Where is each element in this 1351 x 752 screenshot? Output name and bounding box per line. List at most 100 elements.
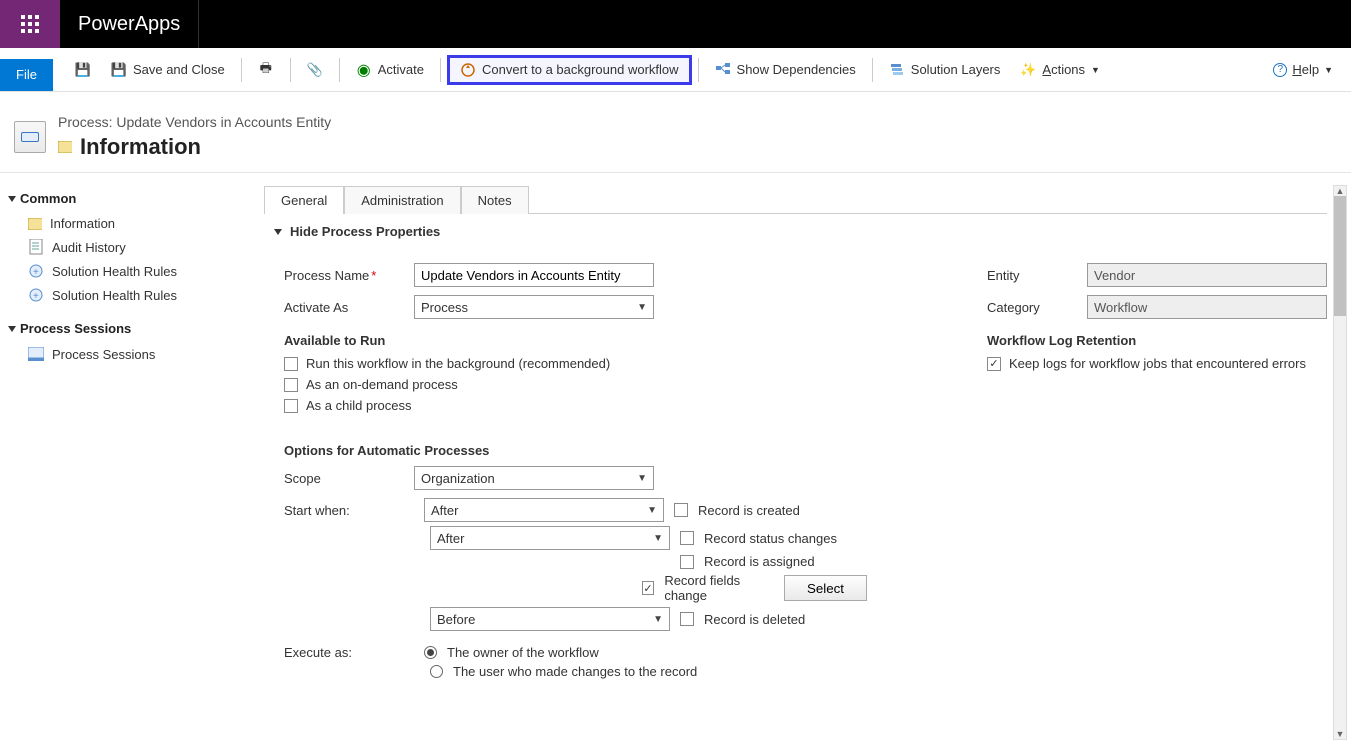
scope-select[interactable]: Organization ▼ — [414, 466, 654, 490]
file-tab[interactable]: File — [0, 59, 53, 91]
svg-text:+: + — [33, 267, 39, 278]
app-launcher[interactable] — [0, 0, 60, 48]
save-and-close-button[interactable]: 💾 Save and Close — [101, 55, 235, 85]
process-small-icon — [58, 140, 72, 154]
save-icon-button[interactable]: 💾 — [65, 55, 101, 85]
chevron-down-icon — [274, 229, 282, 235]
hide-properties-toggle[interactable]: Hide Process Properties — [274, 224, 1327, 239]
save-close-icon: 💾 — [111, 62, 127, 78]
sidebar-item-solution-health-1[interactable]: + Solution Health Rules — [8, 259, 232, 283]
process-name-label: Process Name* — [284, 268, 414, 283]
activate-as-label: Activate As — [284, 300, 414, 315]
sidebar-common-label: Common — [20, 191, 76, 206]
start-when-select-2[interactable]: After ▼ — [430, 526, 670, 550]
tab-notes[interactable]: Notes — [461, 186, 529, 214]
main-content: ▲ ▼ General Administration Notes Hide Pr… — [240, 173, 1351, 752]
category-input — [1087, 295, 1327, 319]
page-header: Process: Update Vendors in Accounts Enti… — [0, 92, 1351, 172]
execute-as-label: Execute as: — [284, 645, 414, 660]
attach-button[interactable]: 📎 — [297, 55, 333, 85]
child-process-label: As a child process — [306, 398, 412, 413]
entity-label: Entity — [987, 268, 1087, 283]
start-when-select-1[interactable]: After ▼ — [424, 498, 664, 522]
sidebar-item-label: Audit History — [52, 240, 126, 255]
sidebar-item-label: Solution Health Rules — [52, 264, 177, 279]
tab-administration[interactable]: Administration — [344, 186, 460, 214]
chk-record-assigned[interactable] — [680, 555, 694, 569]
save-and-close-label: Save and Close — [133, 62, 225, 77]
sidebar-item-label: Solution Health Rules — [52, 288, 177, 303]
select-fields-button[interactable]: Select — [784, 575, 867, 601]
chk-record-created[interactable] — [674, 503, 688, 517]
activate-as-select[interactable]: Process ▼ — [414, 295, 654, 319]
chevron-down-icon: ▼ — [637, 473, 647, 484]
chk-run-background[interactable] — [284, 357, 298, 371]
chk-record-deleted[interactable] — [680, 612, 694, 626]
chk-child-process[interactable] — [284, 399, 298, 413]
sidebar-item-information[interactable]: Information — [8, 212, 232, 235]
start-when-value-2: After — [437, 531, 464, 546]
process-large-icon — [14, 121, 46, 153]
sidebar-item-audit-history[interactable]: Audit History — [8, 235, 232, 259]
left-column: Process Name* Activate As Process ▼ Avai… — [284, 255, 867, 683]
chevron-down-icon: ▼ — [653, 533, 663, 544]
help-icon: ? — [1273, 63, 1287, 77]
sidebar-item-label: Information — [50, 216, 115, 231]
sidebar-item-solution-health-2[interactable]: + Solution Health Rules — [8, 283, 232, 307]
tab-general[interactable]: General — [264, 186, 344, 214]
chk-record-fields[interactable] — [642, 581, 655, 595]
sidebar-sessions-label: Process Sessions — [20, 321, 131, 336]
help-label: Help — [1292, 62, 1319, 77]
process-name-input[interactable] — [414, 263, 654, 287]
scope-value: Organization — [421, 471, 495, 486]
sidebar-section-common[interactable]: Common — [8, 191, 232, 206]
start-when-label: Start when: — [284, 503, 414, 518]
owner-opt-label: The owner of the workflow — [447, 645, 599, 660]
waffle-icon — [21, 15, 39, 33]
solution-layers-button[interactable]: Solution Layers — [879, 55, 1011, 85]
dependencies-icon — [715, 62, 731, 78]
record-created-label: Record is created — [698, 503, 800, 518]
sidebar-item-process-sessions[interactable]: Process Sessions — [8, 342, 232, 366]
sidebar-section-sessions[interactable]: Process Sessions — [8, 321, 232, 336]
workflow-convert-icon — [460, 62, 476, 78]
chk-record-status[interactable] — [680, 531, 694, 545]
play-circle-icon: ◉ — [356, 62, 372, 78]
convert-to-background-button[interactable]: Convert to a background workflow — [447, 55, 692, 85]
start-when-select-3[interactable]: Before ▼ — [430, 607, 670, 631]
record-deleted-label: Record is deleted — [704, 612, 805, 627]
scrollbar-thumb[interactable] — [1334, 196, 1346, 316]
chevron-down-icon — [8, 326, 16, 332]
chevron-down-icon: ▼ — [1324, 65, 1333, 75]
chk-on-demand[interactable] — [284, 378, 298, 392]
save-icon: 💾 — [75, 62, 91, 78]
actions-label: Actions — [1042, 62, 1085, 77]
show-dependencies-label: Show Dependencies — [737, 62, 856, 77]
chevron-down-icon: ▼ — [647, 505, 657, 516]
activate-button[interactable]: ◉ Activate — [346, 55, 434, 85]
svg-text:+: + — [33, 291, 39, 302]
chevron-down-icon: ▼ — [653, 614, 663, 625]
log-retention-header: Workflow Log Retention — [987, 333, 1327, 348]
page-title: Information — [80, 134, 201, 160]
radio-user[interactable] — [430, 665, 443, 678]
scope-label: Scope — [284, 471, 414, 486]
chevron-down-icon: ▼ — [637, 302, 647, 313]
scroll-down-icon[interactable]: ▼ — [1334, 727, 1346, 741]
chevron-down-icon — [8, 196, 16, 202]
show-dependencies-button[interactable]: Show Dependencies — [705, 55, 866, 85]
radio-owner[interactable] — [424, 646, 437, 659]
print-button[interactable]: 🖶 — [248, 55, 284, 85]
run-background-label: Run this workflow in the background (rec… — [306, 356, 610, 371]
body: Common Information Audit History + Solut… — [0, 172, 1351, 752]
activate-label: Activate — [378, 62, 424, 77]
help-button[interactable]: ? Help ▼ — [1263, 62, 1343, 77]
chk-keep-logs[interactable] — [987, 357, 1001, 371]
print-icon: 🖶 — [258, 62, 274, 78]
audit-icon — [28, 239, 44, 255]
scrollbar[interactable]: ▲ ▼ — [1333, 185, 1347, 740]
actions-button[interactable]: ✨ Actions ▼ — [1010, 55, 1110, 85]
convert-label: Convert to a background workflow — [482, 62, 679, 77]
tabs: General Administration Notes — [264, 185, 1327, 214]
breadcrumb: Process: Update Vendors in Accounts Enti… — [58, 114, 331, 130]
